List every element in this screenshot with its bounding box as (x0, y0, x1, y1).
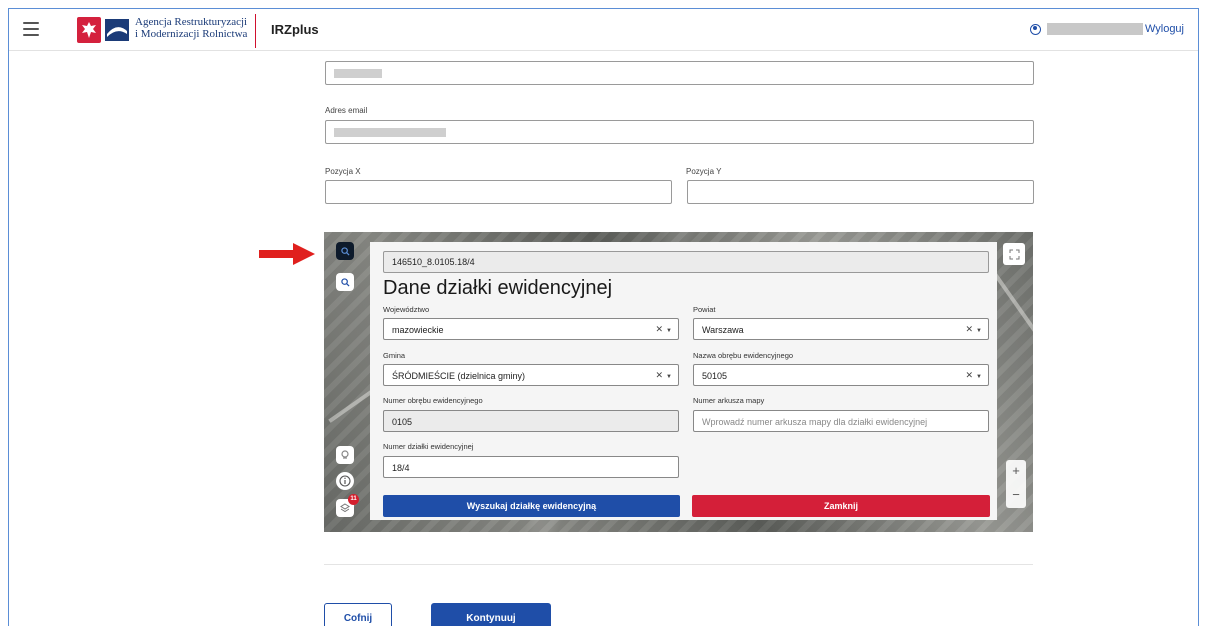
search-mode-icon[interactable] (336, 242, 354, 260)
arimr-logo-icon (105, 19, 129, 41)
search-icon[interactable] (336, 273, 354, 291)
layers-count-badge: 11 (348, 494, 359, 505)
parcel-search-input[interactable]: 146510_8.0105.18/4 (383, 251, 989, 273)
section-divider (324, 564, 1033, 565)
position-y-input[interactable] (687, 180, 1034, 204)
commune-value: ŚRÓDMIEŚCIE (dzielnica gminy) (392, 371, 526, 381)
county-value: Warszawa (702, 325, 744, 335)
email-label: Adres email (325, 106, 368, 115)
county-label: Powiat (693, 305, 716, 314)
chevron-down-icon[interactable]: ▼ (976, 374, 982, 380)
hamburger-menu-icon[interactable] (23, 22, 39, 36)
voivodeship-value: mazowieckie (392, 325, 444, 335)
parcel-data-panel: 146510_8.0105.18/4 Dane działki ewidency… (370, 242, 997, 520)
clear-icon[interactable]: ✕ (966, 324, 974, 334)
fullscreen-icon[interactable] (1003, 243, 1025, 265)
county-select[interactable]: Warszawa ✕ ▼ (693, 318, 989, 340)
app-title: IRZplus (271, 22, 319, 37)
clear-icon[interactable]: ✕ (656, 324, 664, 334)
select-controls: ✕ ▼ (656, 370, 673, 381)
zoom-out-button[interactable]: − (1006, 484, 1026, 508)
red-arrow-icon (259, 243, 315, 265)
zoom-in-button[interactable]: + (1006, 460, 1026, 484)
org-name-line1: Agencja Restrukturyzacji (135, 16, 248, 28)
commune-label: Gmina (383, 351, 406, 360)
parcel-number-label: Numer działki ewidencyjnej (383, 442, 474, 451)
search-parcel-button[interactable]: Wyszukaj działkę ewidencyjną (383, 495, 680, 517)
phone-input[interactable] (325, 61, 1034, 85)
chevron-down-icon[interactable]: ▼ (976, 328, 982, 334)
precinct-number-input: 0105 (383, 410, 679, 432)
layers-icon[interactable]: 11 (336, 494, 359, 517)
clear-icon[interactable]: ✕ (966, 370, 974, 380)
zoom-control: + − (1006, 460, 1026, 508)
precinct-number-label: Numer obrębu ewidencyjnego (383, 396, 483, 405)
panel-title: Dane działki ewidencyjnej (383, 277, 613, 299)
user-icon (1029, 23, 1041, 35)
clear-icon[interactable]: ✕ (656, 370, 664, 380)
chevron-down-icon[interactable]: ▼ (666, 328, 672, 334)
email-input[interactable] (325, 120, 1034, 144)
logo-divider (255, 14, 256, 48)
position-x-label: Pozycja X (325, 167, 361, 176)
commune-select[interactable]: ŚRÓDMIEŚCIE (dzielnica gminy) ✕ ▼ (383, 364, 679, 386)
redacted-value (334, 69, 382, 78)
precinct-name-select[interactable]: 50105 ✕ ▼ (693, 364, 989, 386)
top-bar: Agencja Restrukturyzacji i Modernizacji … (9, 9, 1198, 51)
back-button[interactable]: Cofnij (324, 603, 392, 626)
precinct-name-value: 50105 (702, 371, 728, 381)
voivodeship-label: Województwo (383, 305, 430, 314)
info-icon[interactable] (336, 472, 354, 490)
precinct-name-label: Nazwa obrębu ewidencyjnego (693, 351, 794, 360)
select-controls: ✕ ▼ (656, 324, 673, 335)
app-window: Agencja Restrukturyzacji i Modernizacji … (8, 8, 1199, 626)
select-controls: ✕ ▼ (966, 324, 983, 335)
position-x-input[interactable] (325, 180, 672, 204)
voivodeship-select[interactable]: mazowieckie ✕ ▼ (383, 318, 679, 340)
org-name-line2: i Modernizacji Rolnictwa (135, 28, 248, 40)
map-sheet-label: Numer arkusza mapy (693, 396, 765, 405)
map-sheet-input[interactable]: Wprowadź numer arkusza mapy dla działki … (693, 410, 989, 432)
continue-button[interactable]: Kontynuuj (431, 603, 551, 626)
parcel-number-input[interactable]: 18/4 (383, 456, 679, 478)
position-y-label: Pozycja Y (686, 167, 722, 176)
org-name: Agencja Restrukturyzacji i Modernizacji … (135, 16, 247, 40)
user-area: Wyloguj (1029, 23, 1184, 35)
polish-eagle-logo-icon (77, 17, 101, 43)
close-button[interactable]: Zamknij (692, 495, 990, 517)
user-name-redacted (1046, 23, 1143, 35)
redacted-value (334, 128, 446, 137)
map-view[interactable]: 11 + − 146510_8.0105.18/4 Dane działki e… (324, 232, 1033, 532)
chevron-down-icon[interactable]: ▼ (666, 374, 672, 380)
logout-link[interactable]: Wyloguj (1145, 23, 1184, 35)
select-controls: ✕ ▼ (966, 370, 983, 381)
location-icon[interactable] (336, 446, 354, 464)
